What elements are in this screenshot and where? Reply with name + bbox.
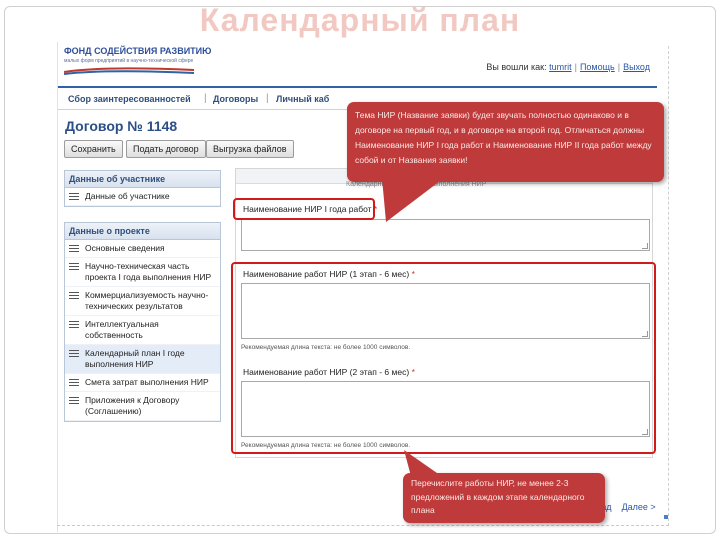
- sidebar-item-label: Данные об участнике: [85, 191, 170, 201]
- sidebar-project: Данные о проекте Основные сведения Научн…: [64, 222, 221, 422]
- sidebar-item-intellectual-property[interactable]: Интеллектуальная собственность: [65, 316, 220, 345]
- sidebar-item-calendar-plan[interactable]: Календарный план I годе выполнения НИР: [65, 345, 220, 374]
- divider: [668, 46, 669, 526]
- length-hint: Рекомендуемая длина текста: не более 100…: [241, 344, 411, 351]
- save-button[interactable]: Сохранить: [64, 140, 123, 158]
- nav-item-contracts[interactable]: Договоры: [213, 94, 258, 104]
- nav-item-interest[interactable]: Сбор заинтересованностей: [68, 94, 191, 104]
- sidebar-item-cost-estimate[interactable]: Смета затрат выполнения НИР: [65, 374, 220, 392]
- list-icon: [69, 397, 79, 406]
- header-separator: |: [617, 62, 621, 72]
- next-link[interactable]: Далее >: [622, 502, 656, 512]
- stage2-works-textarea[interactable]: [241, 381, 650, 437]
- nav-item-cabinet[interactable]: Личный каб: [276, 94, 329, 104]
- export-files-button[interactable]: Выгрузка файлов: [206, 140, 294, 158]
- user-link[interactable]: tumrit: [549, 62, 572, 72]
- sidebar-item-attachments[interactable]: Приложения к Договору (Соглашению): [65, 392, 220, 421]
- field3-label: Наименование работ НИР (2 этап - 6 мес) …: [243, 367, 415, 377]
- list-icon: [69, 321, 79, 330]
- sidebar-item-label: Научно-техническая часть проекта I года …: [85, 261, 212, 282]
- logout-link[interactable]: Выход: [623, 62, 650, 72]
- list-icon: [69, 193, 79, 202]
- login-prefix: Вы вошли как:: [486, 62, 547, 72]
- sidebar-item-scientific-part[interactable]: Научно-техническая часть проекта I года …: [65, 258, 220, 287]
- site-header: ФОНД СОДЕЙСТВИЯ РАЗВИТИЮ малых форм пред…: [58, 42, 657, 88]
- field2-label: Наименование работ НИР (1 этап - 6 мес) …: [243, 269, 415, 279]
- field1-label: Наименование НИР I года работ *: [243, 204, 377, 214]
- header-separator: |: [574, 62, 577, 72]
- list-icon: [69, 263, 79, 272]
- sidebar-item-label: Приложения к Договору (Соглашению): [85, 395, 180, 416]
- field1-label-text: Наименование НИР I года работ: [243, 204, 372, 214]
- field2-label-text: Наименование работ НИР (1 этап - 6 мес): [243, 269, 410, 279]
- logo-swoosh-icon: [64, 67, 194, 75]
- sidebar-participant: Данные об участнике Данные об участнике: [64, 170, 221, 207]
- sidebar-item-label: Интеллектуальная собственность: [85, 319, 159, 340]
- sidebar-item-label: Коммерциализуемость научно-технических р…: [85, 290, 209, 311]
- resize-grip-icon[interactable]: [642, 429, 648, 435]
- sidebar-item-label: Основные сведения: [85, 243, 165, 253]
- sidebar-item-label: Календарный план I годе выполнения НИР: [85, 348, 185, 369]
- sidebar-item-commercialization[interactable]: Коммерциализуемость научно-технических р…: [65, 287, 220, 316]
- sidebar-item-participant-data[interactable]: Данные об участнике: [65, 188, 220, 206]
- required-mark: *: [411, 367, 415, 377]
- resize-grip-icon[interactable]: [642, 243, 648, 249]
- sidebar-item-basic-info[interactable]: Основные сведения: [65, 240, 220, 258]
- callout-bottom: Перечислите работы НИР, не менее 2-3 пре…: [403, 473, 605, 523]
- field3-label-text: Наименование работ НИР (2 этап - 6 мес): [243, 367, 410, 377]
- logo-title: ФОНД СОДЕЙСТВИЯ РАЗВИТИЮ: [64, 46, 212, 56]
- stage1-works-textarea[interactable]: [241, 283, 650, 339]
- sidebar-item-label: Смета затрат выполнения НИР: [85, 377, 209, 387]
- sidebar-heading: Данные об участнике: [65, 171, 220, 188]
- page-title: Договор № 1148: [65, 118, 178, 134]
- fund-logo[interactable]: ФОНД СОДЕЙСТВИЯ РАЗВИТИЮ малых форм пред…: [64, 46, 234, 76]
- resize-grip-icon[interactable]: [642, 331, 648, 337]
- list-icon: [69, 292, 79, 301]
- sidebar-heading: Данные о проекте: [65, 223, 220, 240]
- list-icon: [69, 379, 79, 388]
- callout-top: Тема НИР (Название заявки) будет звучать…: [347, 102, 664, 182]
- submit-contract-button[interactable]: Подать договор: [126, 140, 206, 158]
- help-link[interactable]: Помощь: [580, 62, 615, 72]
- nav-separator: |: [266, 93, 269, 104]
- corner-marker: [664, 515, 668, 519]
- required-mark: *: [411, 269, 415, 279]
- nav-separator: |: [204, 93, 207, 104]
- slide-title: Календарный план: [199, 2, 521, 38]
- divider: [57, 525, 669, 526]
- length-hint: Рекомендуемая длина текста: не более 100…: [241, 442, 411, 449]
- logo-subtitle: малых форм предприятий в научно-техничес…: [64, 58, 194, 64]
- callout-top-tail: [382, 178, 444, 222]
- callout-bottom-tail: [404, 450, 447, 480]
- callout-top-text: Тема НИР (Название заявки) будет звучать…: [355, 110, 652, 165]
- list-icon: [69, 245, 79, 254]
- login-status: Вы вошли как: tumrit | Помощь | Выход: [486, 62, 650, 72]
- list-icon: [69, 350, 79, 359]
